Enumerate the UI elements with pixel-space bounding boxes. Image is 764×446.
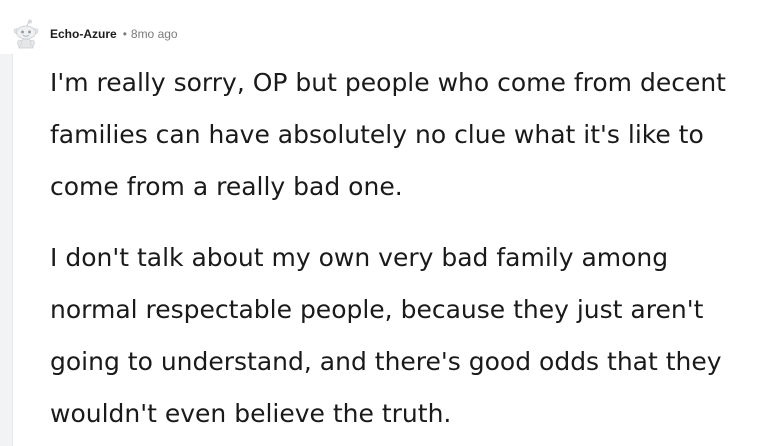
username-link[interactable]: Echo-Azure xyxy=(50,27,117,41)
comment-paragraph: I don't talk about my own very bad famil… xyxy=(50,243,722,428)
comment-body: I'm really sorry, OP but people who come… xyxy=(50,57,755,446)
timestamp-link[interactable]: 8mo ago xyxy=(131,27,178,41)
snoo-avatar-icon[interactable] xyxy=(12,18,40,50)
thread-line[interactable] xyxy=(0,54,13,446)
comment: Echo-Azure • 8mo ago I'm really sorry, O… xyxy=(0,0,764,446)
meta-separator: • xyxy=(122,27,127,41)
comment-paragraph: I'm really sorry, OP but people who come… xyxy=(50,68,726,201)
comment-header: Echo-Azure • 8mo ago xyxy=(12,16,178,52)
